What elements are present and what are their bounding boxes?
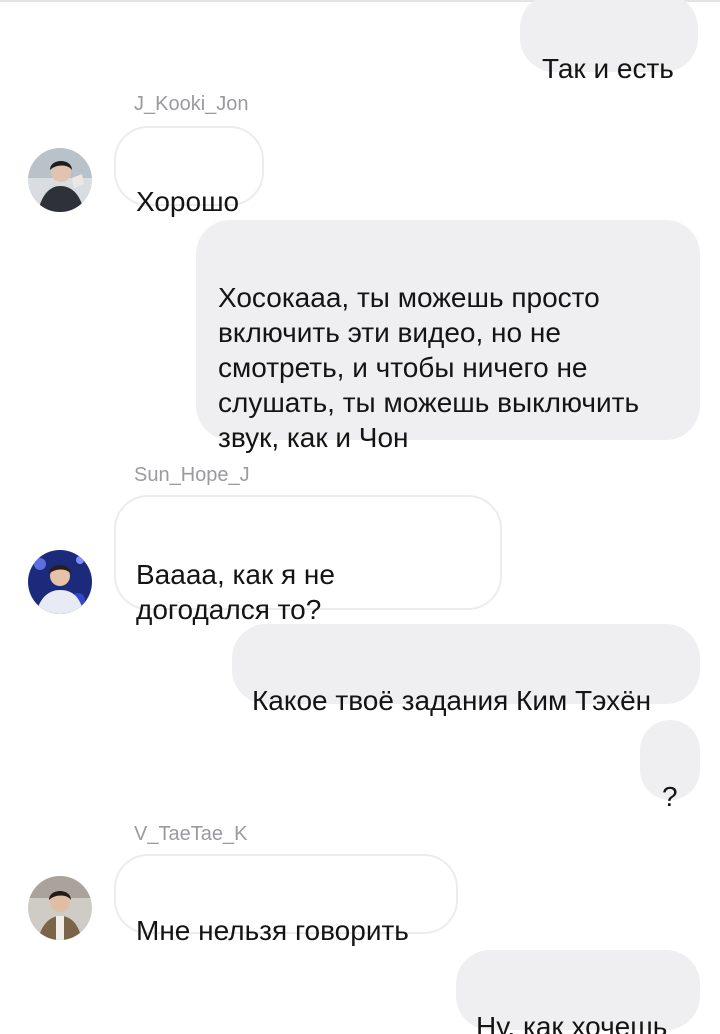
message-text: Хорошо bbox=[136, 186, 240, 217]
profile-photo-icon bbox=[28, 550, 92, 614]
message-text: Мне нельзя говорить bbox=[136, 915, 409, 946]
outgoing-message-bubble[interactable]: Ну, как хочешь bbox=[456, 950, 700, 1034]
chat-thread: Так и есть J_Kooki_Jon Хорошо Хосокааа, … bbox=[0, 0, 720, 1034]
message-text: ? bbox=[662, 781, 678, 812]
avatar[interactable] bbox=[28, 876, 92, 940]
outgoing-message-bubble[interactable]: ? bbox=[640, 720, 700, 812]
avatar[interactable] bbox=[28, 550, 92, 614]
sender-name: J_Kooki_Jon bbox=[134, 93, 249, 115]
message-text: Ну, как хочешь bbox=[476, 1011, 668, 1034]
incoming-message-bubble[interactable]: Ваааа, как я не догодался то? bbox=[114, 495, 502, 625]
profile-photo-icon bbox=[28, 148, 92, 212]
avatar[interactable] bbox=[28, 148, 92, 212]
sender-name: Sun_Hope_J bbox=[134, 464, 250, 486]
sender-name: V_TaeTae_K bbox=[134, 823, 248, 845]
message-text: Так и есть bbox=[542, 53, 674, 84]
message-text: Какое твоё задания Ким Тэхён bbox=[252, 685, 652, 716]
profile-photo-icon bbox=[28, 876, 92, 940]
message-text: Ваааа, как я не догодался то? bbox=[136, 559, 335, 625]
outgoing-message-bubble[interactable]: Так и есть bbox=[520, 0, 698, 84]
outgoing-message-bubble[interactable]: Хосокааа, ты можешь просто включить эти … bbox=[196, 220, 700, 453]
incoming-message-bubble[interactable]: Хорошо bbox=[114, 126, 264, 217]
incoming-message-bubble[interactable]: Мне нельзя говорить bbox=[114, 854, 458, 946]
outgoing-message-bubble[interactable]: Какое твоё задания Ким Тэхён bbox=[232, 624, 700, 716]
message-text: Хосокааа, ты можешь просто включить эти … bbox=[218, 282, 640, 453]
